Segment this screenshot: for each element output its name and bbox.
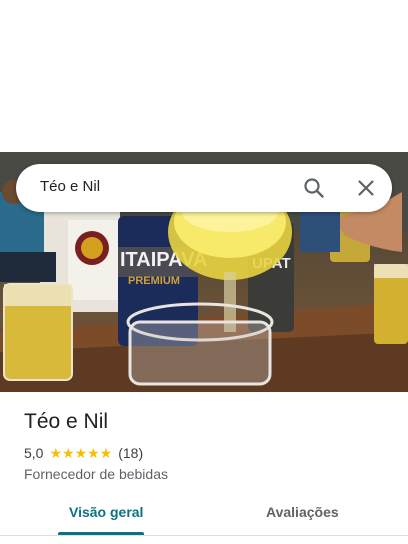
star-icon: ★★★★★: [49, 444, 113, 461]
tab-bar: Visão geral Avaliações: [0, 494, 408, 544]
tabs-divider: [0, 535, 408, 536]
review-count: (18): [118, 445, 144, 461]
tab-overview[interactable]: Visão geral: [69, 504, 143, 520]
place-title: Téo e Nil: [24, 410, 109, 433]
close-icon[interactable]: [354, 176, 378, 200]
search-icon[interactable]: [302, 176, 326, 200]
search-input[interactable]: Téo e Nil: [40, 178, 100, 195]
rating-score: 5,0: [24, 445, 44, 461]
svg-text:PREMIUM: PREMIUM: [128, 275, 180, 287]
tab-reviews[interactable]: Avaliações: [266, 504, 339, 520]
rating-row[interactable]: 5,0 ★★★★★ (18): [24, 444, 143, 462]
top-blank-area: [0, 0, 408, 152]
place-category: Fornecedor de bebidas: [24, 466, 168, 482]
search-bar[interactable]: Téo e Nil: [16, 164, 392, 212]
